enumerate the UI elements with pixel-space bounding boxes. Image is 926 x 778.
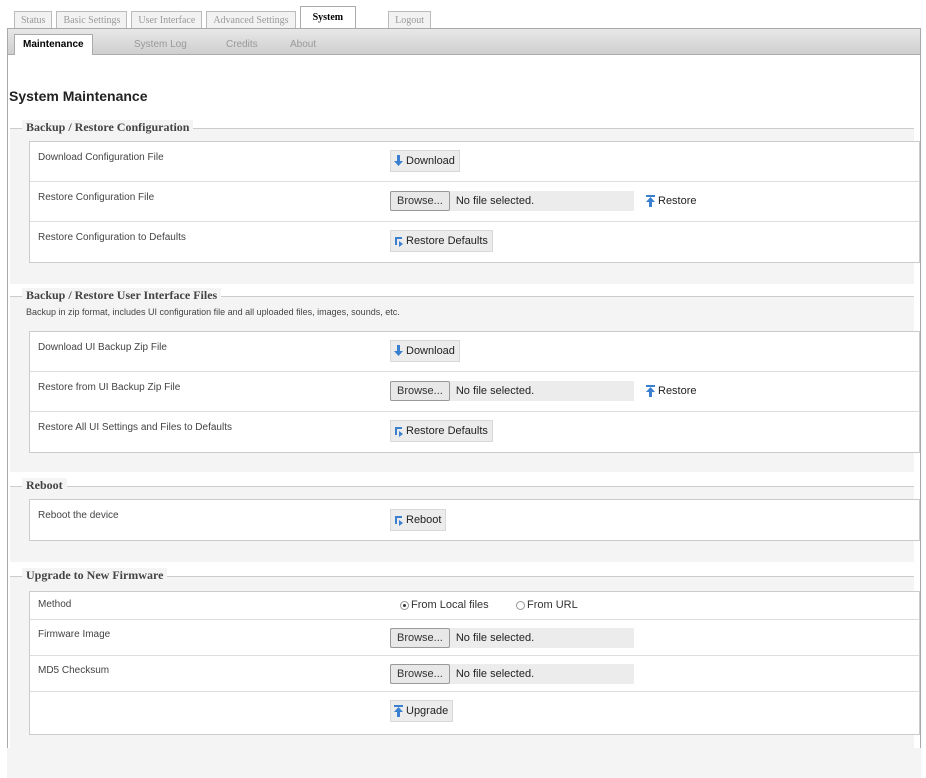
upload-icon — [646, 195, 655, 207]
browse-button[interactable]: Browse... — [390, 191, 450, 211]
config-restore-defaults-button[interactable]: Restore Defaults — [390, 230, 493, 252]
firmware-file-input[interactable]: Browse... No file selected. — [390, 628, 634, 648]
method-label: Method — [38, 599, 72, 610]
section-legend: Upgrade to New Firmware — [22, 568, 168, 583]
radio-circle[interactable] — [516, 600, 525, 610]
firmware-image-label: Firmware Image — [38, 629, 111, 640]
radio-circle[interactable] — [400, 600, 409, 610]
subtab-about[interactable]: About — [282, 35, 324, 55]
download-config-row: Download Configuration File Download — [30, 142, 919, 182]
upload-icon — [646, 385, 655, 397]
reboot-label: Reboot the device — [38, 510, 119, 521]
file-status: No file selected. — [455, 668, 535, 680]
page-title: System Maintenance — [9, 88, 148, 104]
browse-button[interactable]: Browse... — [390, 628, 450, 648]
method-local-radio[interactable]: From Local files — [400, 599, 489, 611]
tab-status[interactable]: Status — [14, 11, 53, 28]
restore-config-button[interactable]: Restore — [642, 190, 702, 212]
tab-system[interactable]: System — [299, 6, 357, 28]
config-defaults-row: Restore Configuration to Defaults Restor… — [30, 222, 919, 262]
reboot-row: Reboot the device Reboot — [30, 500, 919, 540]
section-legend: Backup / Restore Configuration — [22, 120, 194, 135]
download-icon — [394, 155, 403, 166]
ui-defaults-row: Restore All UI Settings and Files to Def… — [30, 412, 919, 452]
restore-ui-row: Restore from UI Backup Zip File Browse..… — [30, 372, 919, 412]
subtab-credits[interactable]: Credits — [218, 35, 266, 55]
subtab-maintenance[interactable]: Maintenance — [14, 34, 93, 55]
tab-logout[interactable]: Logout — [388, 11, 432, 28]
section-legend: Backup / Restore User Interface Files — [22, 288, 222, 303]
browse-button[interactable]: Browse... — [390, 664, 450, 684]
file-status: No file selected. — [455, 632, 535, 644]
backup-config-rows: Download Configuration File Download Res… — [29, 141, 920, 263]
tab-basic-settings[interactable]: Basic Settings — [56, 11, 128, 28]
config-defaults-label: Restore Configuration to Defaults — [38, 232, 186, 243]
download-icon — [394, 345, 403, 356]
download-ui-label: Download UI Backup Zip File — [38, 342, 167, 353]
download-config-button[interactable]: Download — [390, 150, 460, 172]
restore-ui-button[interactable]: Restore — [642, 380, 702, 402]
ui-restore-defaults-button[interactable]: Restore Defaults — [390, 420, 493, 442]
reboot-rows: Reboot the device Reboot — [29, 499, 920, 541]
file-status: No file selected. — [455, 195, 535, 207]
backup-config-section: Backup / Restore Configuration Download … — [10, 120, 920, 284]
backup-ui-section: Backup / Restore User Interface Files Ba… — [10, 288, 920, 472]
restore-ui-file-input[interactable]: Browse... No file selected. — [390, 381, 634, 401]
tab-advanced-settings[interactable]: Advanced Settings — [206, 11, 296, 28]
restore-config-file-input[interactable]: Browse... No file selected. — [390, 191, 634, 211]
download-config-label: Download Configuration File — [38, 152, 164, 163]
upgrade-section: Upgrade to New Firmware Method From Loca… — [10, 568, 920, 748]
restore-ui-label: Restore from UI Backup Zip File — [38, 382, 181, 393]
reboot-button[interactable]: Reboot — [390, 509, 447, 531]
upgrade-rows: Method From Local files From URL Firmwar… — [29, 591, 920, 735]
method-row: Method From Local files From URL — [30, 592, 919, 620]
tab-user-interface[interactable]: User Interface — [131, 11, 203, 28]
browse-button[interactable]: Browse... — [390, 381, 450, 401]
restore-config-label: Restore Configuration File — [38, 192, 155, 203]
top-tabs: Status Basic Settings User Interface Adv… — [14, 6, 435, 28]
sub-tabs: Maintenance System Log Credits About — [8, 29, 920, 55]
upgrade-button-row: Upgrade — [30, 692, 919, 734]
section-legend: Reboot — [22, 478, 67, 493]
md5-label: MD5 Checksum — [38, 665, 110, 676]
ui-defaults-label: Restore All UI Settings and Files to Def… — [38, 422, 232, 433]
md5-row: MD5 Checksum Browse... No file selected. — [30, 656, 919, 692]
refresh-icon — [395, 427, 403, 437]
file-status: No file selected. — [455, 385, 535, 397]
footer-bar — [7, 748, 921, 778]
firmware-image-row: Firmware Image Browse... No file selecte… — [30, 620, 919, 656]
download-ui-button[interactable]: Download — [390, 340, 460, 362]
subtab-system-log[interactable]: System Log — [126, 35, 195, 55]
md5-file-input[interactable]: Browse... No file selected. — [390, 664, 634, 684]
restore-config-row: Restore Configuration File Browse... No … — [30, 182, 919, 222]
download-ui-row: Download UI Backup Zip File Download — [30, 332, 919, 372]
refresh-icon — [395, 516, 403, 526]
upgrade-button[interactable]: Upgrade — [390, 700, 454, 722]
method-url-radio[interactable]: From URL — [516, 599, 578, 611]
section-description: Backup in zip format, includes UI config… — [26, 307, 400, 317]
upload-icon — [394, 705, 403, 717]
refresh-icon — [395, 237, 403, 247]
reboot-section: Reboot Reboot the device Reboot — [10, 478, 920, 562]
backup-ui-rows: Download UI Backup Zip File Download Res… — [29, 331, 920, 453]
